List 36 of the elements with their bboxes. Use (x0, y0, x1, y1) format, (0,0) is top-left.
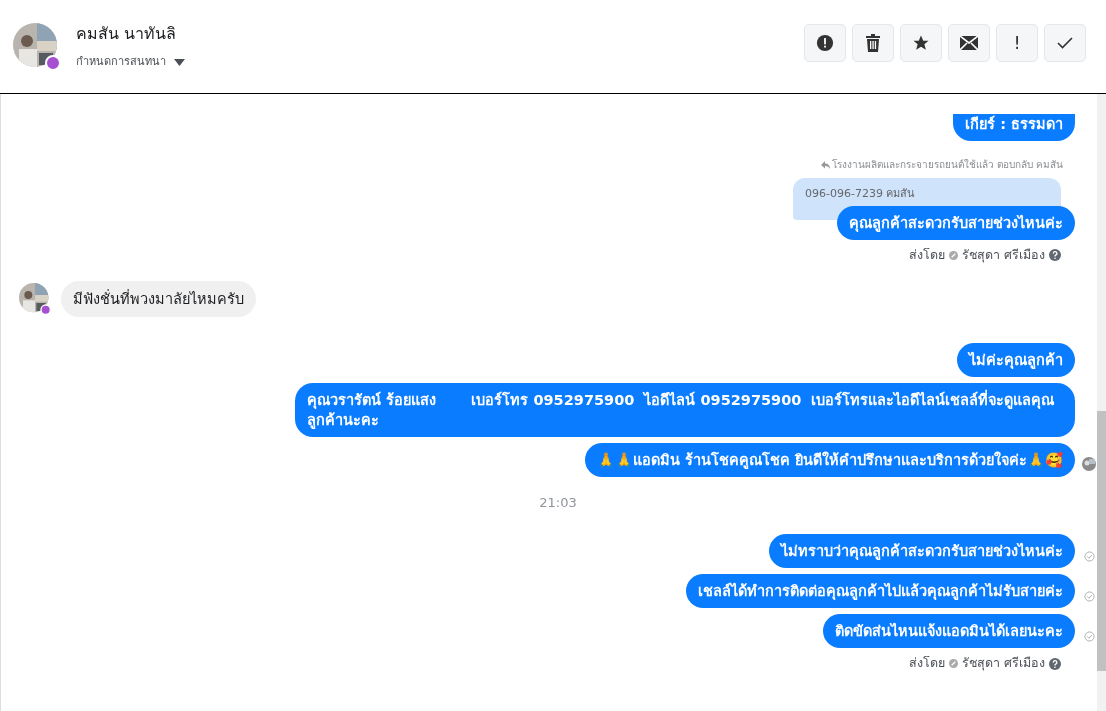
timestamp: 21:03 (539, 493, 577, 512)
user-badge-icon (949, 250, 958, 260)
outgoing-message: เชลล์ได้ทำการติดต่อคุณลูกค้าไปแล้วคุณลูกค้าไม่รับสายค่ะ (686, 574, 1075, 609)
sender-avatar (19, 282, 51, 315)
mail-icon (960, 35, 978, 50)
contact-name: คมสัน นาทันลิ (76, 23, 178, 46)
incoming-message: มีฟังชั่นที่พวงมาลัยไหมครับ (61, 280, 256, 317)
outgoing-message: ติดขัดส่นไหนแจ้งแอดมินได้เลยนะคะ (823, 614, 1075, 649)
bang-button[interactable]: ! (996, 23, 1038, 62)
help-icon (1049, 657, 1061, 670)
star-button[interactable] (900, 23, 942, 62)
outgoing-message: เกียร์ : ธรรมดา (953, 114, 1075, 141)
sent-by-label: ส่งโดย (909, 246, 945, 264)
contact-avatar (13, 22, 61, 71)
reply-arrow-icon (820, 160, 830, 169)
check-button[interactable] (1044, 23, 1086, 62)
caret-icon (174, 59, 185, 66)
help-icon (1049, 249, 1061, 262)
sender-name: รัชสุดา ศรีเมือง (962, 654, 1045, 673)
outgoing-message: คุณวรารัตน์ ร้อยแสง เบอร์โทร 0952975900 ไอดีไลน์ 0952975900 เบอร์โทรและไอดีไลน์เชลล์ที่จะดูแลคุณลูกค้านะคะ (295, 382, 1075, 437)
mail-button[interactable] (948, 23, 990, 62)
alert-icon (816, 33, 834, 52)
check-icon (1057, 36, 1073, 49)
user-badge-icon (949, 659, 958, 669)
outgoing-message: ไม่ทราบว่าคุณลูกค้าสะดวกรับสายช่วงไหนค่ะ (769, 534, 1075, 569)
sent-by-label: ส่งโดย (909, 654, 945, 673)
sender-name: รัชสุดา ศรีเมือง (962, 246, 1045, 265)
trash-button[interactable] (852, 23, 894, 62)
outgoing-message: ไม่ค่ะคุณลูกค้า (957, 342, 1075, 377)
trash-icon (865, 33, 881, 52)
alert-button[interactable] (804, 23, 846, 62)
conversation-dropdown[interactable]: กำหนดการสนทนา (76, 54, 185, 71)
reply-note: โรงงานผลิตและกระจายรถยนต์ใช้แล้ว ตอบกลับ คมสัน (831, 158, 1063, 172)
outgoing-message: 🙏🙏แอดมิน ร้านโชคคูณโชค ยินดีให้คำปรึกษาและบริการด้วยใจค่ะ🙏🥰 (584, 442, 1075, 477)
outgoing-message: คุณลูกค้าสะดวกรับสายช่วงไหนค่ะ (837, 206, 1075, 240)
exclamation-label: ! (1013, 31, 1021, 55)
